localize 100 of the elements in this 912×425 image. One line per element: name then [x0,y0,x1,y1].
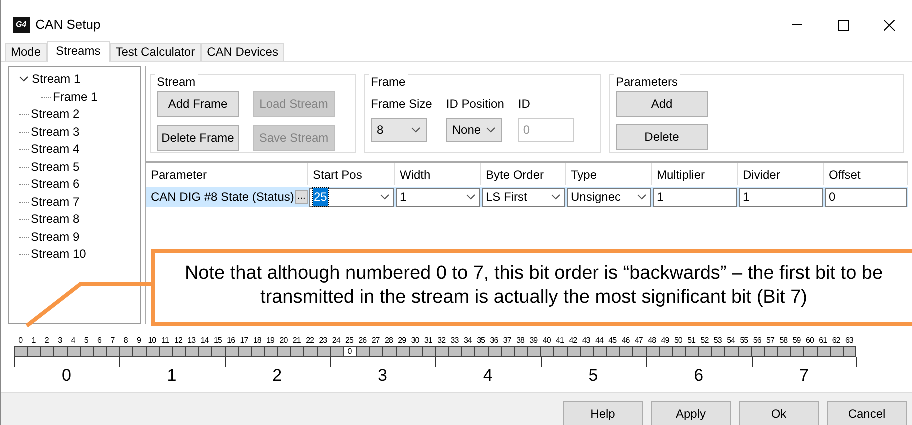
column-header: Multiplier [652,163,738,185]
byte-number: 3 [377,367,388,385]
byte-number: 1 [166,367,178,385]
bit-number: 1 [30,336,37,346]
bit-number: 4 [70,336,76,346]
input-field[interactable]: 1 [739,188,823,206]
bit-number: 20 [278,336,289,346]
field-label: ID Position [446,96,504,113]
tree-item[interactable]: Stream 5 [31,158,80,176]
bit-number: 12 [174,336,184,346]
bit-cell [264,346,278,357]
dropdown[interactable]: 8 [371,118,427,142]
bit-cell [330,346,343,357]
bit-cell [422,346,435,357]
bit-number: 61 [818,336,828,346]
dropdown[interactable]: 1 [396,188,480,206]
bit-cell [435,346,448,357]
bit-number: 34 [462,336,473,346]
bit-number: 9 [136,336,142,346]
stream-button[interactable]: Add Frame [157,91,239,117]
input-field: 0 [518,118,574,142]
bit-number: 0 [18,336,24,346]
tree-item[interactable]: Stream 8 [31,211,80,228]
window-title: CAN Setup [36,16,101,34]
dropdown[interactable]: LS First [482,188,565,206]
tree-item[interactable]: Stream 9 [31,228,80,246]
bit-cell [92,346,106,357]
bit-number: 35 [476,336,486,346]
bit-number: 27 [370,336,381,346]
bit-cell: 0 [342,346,356,357]
bit-cell [592,346,606,357]
dropdown[interactable]: None [446,118,502,142]
tree-item[interactable]: Stream 3 [31,124,80,141]
dialog-button[interactable]: Ok [739,401,819,425]
bit-cell [356,346,370,357]
maximize-icon[interactable] [838,20,848,30]
bit-number: 6 [96,336,103,346]
caret-icon[interactable] [466,194,476,200]
bit-number: 44 [594,336,605,346]
bit-cell [146,346,159,357]
tab[interactable]: Test Calculator [110,43,202,61]
bit-cell [764,346,778,357]
ellipsis-button[interactable]: ... [295,190,308,204]
bit-cell [684,346,698,357]
tab[interactable]: Streams [47,41,110,62]
column-header: Type [566,163,652,185]
tree-item[interactable]: Stream 6 [31,176,80,194]
bit-number: 56 [752,336,762,346]
dialog-button[interactable]: Apply [651,401,731,425]
caret-icon[interactable] [380,194,390,200]
selected-row[interactable]: CAN DIG #8 State (Status) ... 25 1 LS First Unsignec 1 1 0 [146,187,908,207]
bit-cell [488,346,501,357]
bit-number: 8 [122,336,129,346]
dropdown[interactable]: Unsignec [567,188,651,206]
tree-item[interactable]: Stream 10 [31,246,86,264]
bit-number: 17 [239,336,250,346]
tree-item[interactable]: Frame 1 [53,88,98,106]
input-field[interactable]: 0 [825,188,907,206]
bit-number: 30 [410,336,420,346]
dropdown[interactable]: 25 [309,188,394,206]
bit-number: 19 [266,336,276,346]
parameter-button[interactable]: Delete [616,124,708,150]
bit-number: 62 [831,336,842,346]
bit-number: 25 [344,336,355,346]
parameter-button[interactable]: Add [616,91,708,117]
bit-cell [290,346,304,357]
bit-number: 45 [608,336,618,346]
caret-icon[interactable] [637,194,647,200]
stream-button[interactable]: Delete Frame [157,125,239,151]
bit-cell [750,346,764,357]
byte-number: 5 [588,367,600,385]
tab[interactable]: CAN Devices [201,43,284,61]
bit-cell [711,346,724,357]
bit-number: 33 [450,336,460,346]
dialog-button[interactable]: Help [563,401,643,425]
dialog-button[interactable]: Cancel [827,401,907,425]
bit-cell [185,346,198,357]
bit-number: 2 [44,336,50,346]
bit-number: 24 [331,336,342,346]
bit-number: 39 [528,336,539,346]
caret-icon[interactable] [411,126,421,134]
close-icon[interactable] [884,20,894,30]
tree-item[interactable]: Stream 4 [31,141,80,158]
input-field[interactable]: 1 [653,188,737,206]
tree-item[interactable]: Stream 2 [31,106,80,124]
caret-icon[interactable] [551,194,561,200]
byte-number: 0 [60,367,72,385]
bit-number: 13 [186,336,197,346]
bit-number: 46 [620,336,631,346]
tree-item[interactable]: Stream 7 [31,194,80,211]
callout-note: Note that although numbered 0 to 7, this bit order is “backwards” – the first bit to be transmitted in the stream is actually the most significant bit (Bit 7) [151,249,912,326]
bit-number: 40 [542,336,552,346]
bit-cell [830,346,843,357]
bit-number: 31 [423,336,434,346]
bit-cell [672,346,685,357]
tree-item[interactable]: Stream 1 [32,71,81,88]
bit-cell [500,346,514,357]
byte-number: 4 [482,367,494,385]
tab[interactable]: Mode [5,43,48,61]
caret-icon[interactable] [486,126,496,134]
